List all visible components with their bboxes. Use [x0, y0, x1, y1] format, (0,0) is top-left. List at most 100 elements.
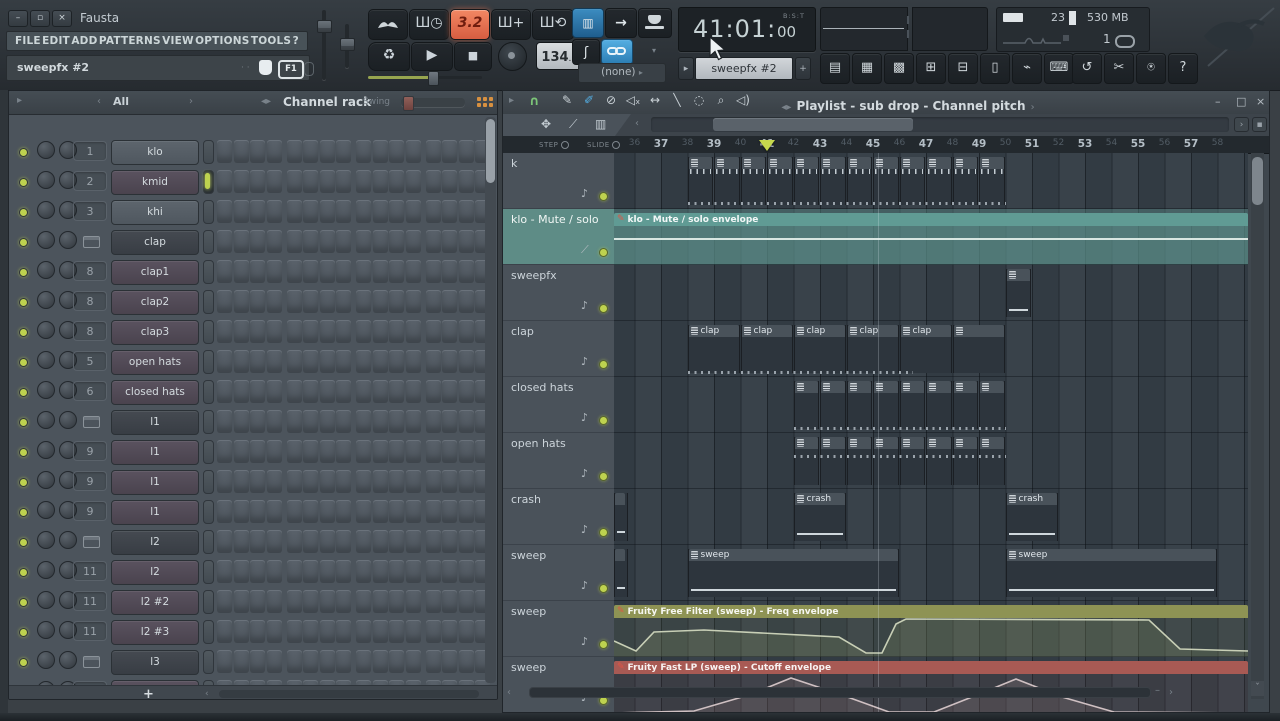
step-cell[interactable] [459, 530, 474, 553]
pattern-clip[interactable] [900, 157, 926, 205]
channel-badge[interactable]: 9 [73, 441, 107, 461]
step-cell[interactable] [336, 530, 351, 553]
step-cell[interactable] [356, 350, 371, 373]
track-header-sweepfx[interactable]: sweepfx♪ [503, 265, 614, 321]
step-cell[interactable] [426, 140, 441, 163]
channel-badge[interactable]: 11 [73, 591, 107, 611]
step-cell[interactable] [373, 200, 388, 223]
play-button[interactable]: ▶ [411, 42, 453, 71]
step-cell[interactable] [267, 530, 282, 553]
volume-knob[interactable] [59, 651, 77, 669]
step-cell[interactable] [406, 200, 421, 223]
step-cell[interactable] [320, 620, 335, 643]
step-cell[interactable] [267, 260, 282, 283]
channel-select-pill[interactable] [203, 200, 214, 224]
marker-selector[interactable]: (none) ▸ [578, 63, 666, 83]
pan-knob[interactable] [37, 561, 55, 579]
channel-rack-button[interactable]: ▦ [852, 53, 882, 84]
channel-led[interactable] [19, 358, 28, 367]
step-cell[interactable] [442, 440, 457, 463]
step-cell[interactable] [267, 470, 282, 493]
step-cell[interactable] [217, 620, 232, 643]
channel-badge[interactable]: 3 [73, 201, 107, 221]
record-audio-button[interactable]: ⍟ [1136, 53, 1166, 84]
step-cell[interactable] [406, 500, 421, 523]
automation-clip[interactable]: ✎klo - Mute / solo envelope [614, 213, 1248, 264]
step-cell[interactable] [459, 140, 474, 163]
step-cell[interactable] [303, 380, 318, 403]
step-cell[interactable] [442, 470, 457, 493]
generator-plug-button[interactable]: ⌁ [1012, 53, 1042, 84]
step-cell[interactable] [287, 620, 302, 643]
step-cell[interactable] [373, 320, 388, 343]
step-cell[interactable] [320, 170, 335, 193]
menu-item-patterns[interactable]: PATTERNS [99, 35, 161, 47]
step-cell[interactable] [373, 290, 388, 313]
undo-button[interactable]: ↺ [1072, 53, 1102, 84]
step-cell[interactable] [389, 470, 404, 493]
step-cell[interactable] [217, 470, 232, 493]
playlist-vscrollbar[interactable]: ˇ [1251, 153, 1264, 699]
channel-select-pill[interactable] [203, 530, 214, 554]
step-cell[interactable] [389, 590, 404, 613]
pattern-clip[interactable] [794, 437, 820, 485]
channel-badge[interactable]: 9 [73, 501, 107, 521]
pan-knob[interactable] [37, 171, 55, 189]
step-cell[interactable] [459, 230, 474, 253]
step-cell[interactable] [406, 620, 421, 643]
step-cell[interactable] [406, 320, 421, 343]
pattern-clip[interactable] [1006, 269, 1032, 317]
step-cell[interactable] [373, 620, 388, 643]
channel-rack-vscroll-handle[interactable] [486, 119, 495, 183]
channel-badge[interactable]: 9 [73, 471, 107, 491]
pattern-clip[interactable] [847, 381, 873, 429]
channel-button-l2[interactable]: l2 [111, 530, 199, 555]
step-cell[interactable] [267, 170, 282, 193]
step-cell[interactable] [217, 320, 232, 343]
pattern-clip[interactable] [873, 437, 899, 485]
recycle-button[interactable]: ♻ [368, 42, 410, 71]
typing-keyboard-icon[interactable] [259, 60, 272, 75]
hscroll-left-icon[interactable]: ‹ [205, 689, 209, 699]
lane-row-8[interactable]: ✎Fruity Free Filter (sweep) - Freq envel… [614, 601, 1248, 657]
channel-select-pill[interactable] [203, 230, 214, 254]
channel-led[interactable] [19, 508, 28, 517]
clip-fragment[interactable] [614, 493, 628, 541]
channel-led[interactable] [19, 328, 28, 337]
step-cell[interactable] [303, 560, 318, 583]
channel-select-pill[interactable] [203, 470, 214, 494]
pattern-clip[interactable] [767, 157, 793, 205]
step-cell[interactable] [303, 200, 318, 223]
step-cell[interactable] [426, 350, 441, 373]
step-cell[interactable] [234, 290, 249, 313]
pattern-clip[interactable] [847, 437, 873, 485]
step-cell[interactable] [250, 410, 265, 433]
cpu-panel[interactable]: 23 530 MB 1 [996, 7, 1150, 52]
slide-note-button[interactable]: ʃ [572, 39, 600, 65]
step-cell[interactable] [267, 200, 282, 223]
pattern-clip-crash[interactable]: crash [1006, 493, 1058, 541]
step-cell[interactable] [320, 440, 335, 463]
loop-record-button[interactable]: Ш⟲ [532, 9, 574, 40]
pattern-clip[interactable] [926, 157, 952, 205]
pan-knob[interactable] [37, 441, 55, 459]
step-cell[interactable] [234, 200, 249, 223]
pan-knob[interactable] [37, 201, 55, 219]
pattern-mode-button[interactable]: ▥ [572, 8, 604, 38]
stop-button[interactable]: ■ [454, 42, 492, 71]
step-cell[interactable] [217, 560, 232, 583]
plugin-picker-button[interactable]: ▯ [980, 53, 1010, 84]
step-cell[interactable] [373, 530, 388, 553]
step-cell[interactable] [250, 590, 265, 613]
step-cell[interactable] [442, 380, 457, 403]
channel-select-pill[interactable] [203, 380, 214, 404]
channel-select-pill[interactable] [203, 590, 214, 614]
step-cell[interactable] [389, 200, 404, 223]
step-cell[interactable] [426, 380, 441, 403]
channel-badge[interactable]: 6 [73, 381, 107, 401]
step-cell[interactable] [250, 620, 265, 643]
step-cell[interactable] [442, 170, 457, 193]
step-cell[interactable] [267, 440, 282, 463]
step-cell[interactable] [389, 410, 404, 433]
step-cell[interactable] [442, 290, 457, 313]
